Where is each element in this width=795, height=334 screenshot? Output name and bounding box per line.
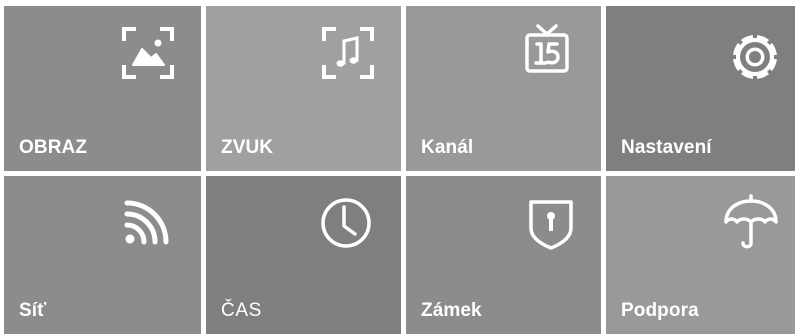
lock-shield-icon <box>525 196 577 252</box>
tile-zvuk[interactable]: ZVUK <box>206 6 401 171</box>
umbrella-icon <box>721 192 781 252</box>
music-icon <box>320 25 376 81</box>
tile-podpora[interactable]: Podpora <box>606 176 795 334</box>
tile-label-podpora: Podpora <box>621 300 699 321</box>
tile-label-obraz: OBRAZ <box>19 137 88 158</box>
tile-kanal[interactable]: Kanál <box>406 6 601 171</box>
tv-channel-icon <box>519 21 575 77</box>
gear-icon <box>730 32 780 82</box>
tile-sit[interactable]: Síť <box>4 176 201 334</box>
wifi-icon <box>121 198 171 248</box>
tile-label-zvuk: ZVUK <box>221 137 274 158</box>
tile-label-kanal: Kanál <box>421 137 474 158</box>
tile-nastaveni[interactable]: Nastavení <box>606 6 795 171</box>
tile-zamek[interactable]: Zámek <box>406 176 601 334</box>
tile-cas[interactable]: ČAS <box>206 176 401 334</box>
tile-label-nastaveni: Nastavení <box>621 137 712 158</box>
clock-icon <box>319 196 373 250</box>
tile-label-cas: ČAS <box>221 300 262 321</box>
tile-label-zamek: Zámek <box>421 300 482 321</box>
tile-obraz[interactable]: OBRAZ <box>4 6 201 171</box>
main-menu-grid: OBRAZ ZVUK Kanál Nastavení Síť ČAS Zámek… <box>0 0 795 334</box>
tile-label-sit: Síť <box>19 300 47 321</box>
picture-icon <box>120 25 176 81</box>
